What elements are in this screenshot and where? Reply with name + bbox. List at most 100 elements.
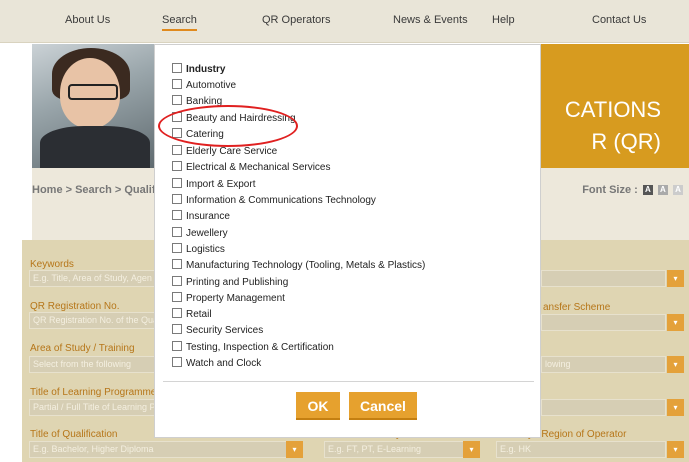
right-select-3[interactable]: lowing bbox=[541, 356, 666, 373]
nav-qr-operators[interactable]: QR Operators bbox=[262, 14, 330, 26]
option-security-services[interactable]: Security Services bbox=[172, 324, 263, 338]
checkbox-icon[interactable] bbox=[172, 128, 182, 138]
option-label: Security Services bbox=[186, 325, 264, 336]
option-import-export[interactable]: Import & Export bbox=[172, 178, 255, 192]
option-label: Jewellery bbox=[186, 228, 228, 239]
checkbox-icon[interactable] bbox=[172, 276, 182, 286]
option-jewellery[interactable]: Jewellery bbox=[172, 227, 228, 241]
checkbox-icon[interactable] bbox=[172, 178, 182, 188]
option-label: Insurance bbox=[186, 211, 230, 222]
cancel-button[interactable]: Cancel bbox=[349, 392, 417, 420]
font-size-small-button[interactable]: A bbox=[642, 185, 653, 196]
option-label: Retail bbox=[186, 309, 212, 320]
option-label: Property Management bbox=[186, 293, 285, 304]
banner-title-line2: R (QR) bbox=[591, 129, 661, 154]
qr-registration-label: QR Registration No. bbox=[30, 301, 120, 312]
option-label: Manufacturing Technology (Tooling, Metal… bbox=[186, 260, 426, 271]
font-size-label: Font Size : bbox=[582, 184, 638, 196]
option-beauty-hairdressing[interactable]: Beauty and Hairdressing bbox=[172, 112, 296, 126]
option-label: Elderly Care Service bbox=[186, 146, 278, 157]
option-testing-inspection[interactable]: Testing, Inspection & Certification bbox=[172, 341, 334, 355]
option-label: Printing and Publishing bbox=[186, 277, 289, 288]
title-qualification-input[interactable]: E.g. Bachelor, Higher Diploma bbox=[29, 441, 294, 458]
ok-button[interactable]: OK bbox=[296, 392, 340, 420]
checkbox-icon[interactable] bbox=[172, 341, 182, 351]
checkbox-icon[interactable] bbox=[172, 194, 182, 204]
top-nav: About Us Search QR Operators News & Even… bbox=[0, 0, 689, 43]
checkbox-icon[interactable] bbox=[172, 79, 182, 89]
right-select-3-dropdown[interactable]: ▾ bbox=[667, 356, 684, 373]
title-qualification-label: Title of Qualification bbox=[30, 429, 118, 440]
option-property-management[interactable]: Property Management bbox=[172, 292, 285, 306]
option-watch-clock[interactable]: Watch and Clock bbox=[172, 357, 261, 371]
qr-registration-input[interactable]: QR Registration No. of the Qua bbox=[29, 312, 169, 329]
title-qualification-dropdown[interactable]: ▾ bbox=[286, 441, 303, 458]
option-label: Watch and Clock bbox=[186, 358, 262, 369]
option-label: Logistics bbox=[186, 244, 225, 255]
title-programme-input[interactable]: Partial / Full Title of Learning P bbox=[29, 399, 169, 416]
banner-photo bbox=[32, 44, 156, 168]
checkbox-icon[interactable] bbox=[172, 210, 182, 220]
font-size-medium-button[interactable]: A bbox=[657, 185, 668, 196]
nav-about-us[interactable]: About Us bbox=[65, 14, 110, 26]
option-printing-publishing[interactable]: Printing and Publishing bbox=[172, 276, 288, 290]
option-manufacturing[interactable]: Manufacturing Technology (Tooling, Metal… bbox=[172, 259, 425, 273]
right-select-2-dropdown[interactable]: ▾ bbox=[667, 314, 684, 331]
nav-news-events[interactable]: News & Events bbox=[393, 14, 468, 26]
checkbox-icon[interactable] bbox=[172, 112, 182, 122]
banner-title-line1: CATIONS bbox=[564, 97, 661, 122]
nav-contact-us[interactable]: Contact Us bbox=[592, 14, 646, 26]
option-label: Catering bbox=[186, 129, 224, 140]
checkbox-icon[interactable] bbox=[172, 292, 182, 302]
option-automotive[interactable]: Automotive bbox=[172, 79, 236, 93]
right-select-4-dropdown[interactable]: ▾ bbox=[667, 399, 684, 416]
checkbox-icon[interactable] bbox=[172, 243, 182, 253]
option-label: Electrical & Mechanical Services bbox=[186, 162, 331, 173]
keywords-label: Keywords bbox=[30, 259, 74, 270]
checkbox-icon[interactable] bbox=[172, 324, 182, 334]
font-size-control: Font Size : A A A bbox=[582, 184, 683, 196]
nav-search[interactable]: Search bbox=[162, 14, 197, 31]
area-of-study-label: Area of Study / Training bbox=[30, 343, 135, 354]
area-of-study-select[interactable]: Select from the following bbox=[29, 356, 169, 373]
title-programme-label: Title of Learning Programme bbox=[30, 387, 157, 398]
option-ict[interactable]: Information & Communications Technology bbox=[172, 194, 376, 208]
right-select-2[interactable] bbox=[541, 314, 666, 331]
option-elderly-care[interactable]: Elderly Care Service bbox=[172, 145, 277, 159]
checkbox-icon[interactable] bbox=[172, 259, 182, 269]
option-label: Automotive bbox=[186, 80, 237, 91]
country-region-dropdown[interactable]: ▾ bbox=[667, 441, 684, 458]
checkbox-icon[interactable] bbox=[172, 145, 182, 155]
nav-help[interactable]: Help bbox=[492, 14, 515, 26]
mode-of-delivery-select[interactable]: E.g. FT, PT, E-Learning bbox=[324, 441, 464, 458]
font-size-large-button[interactable]: A bbox=[673, 185, 683, 196]
option-label: Banking bbox=[186, 96, 223, 107]
country-region-select[interactable]: E.g. HK bbox=[496, 441, 666, 458]
option-label: Information & Communications Technology bbox=[186, 195, 376, 206]
right-select-4[interactable] bbox=[541, 399, 666, 416]
checkbox-icon[interactable] bbox=[172, 308, 182, 318]
checkbox-icon[interactable] bbox=[172, 95, 182, 105]
checkbox-icon[interactable] bbox=[172, 357, 182, 367]
right-select-1[interactable] bbox=[541, 270, 666, 287]
mode-of-delivery-dropdown[interactable]: ▾ bbox=[463, 441, 480, 458]
option-banking[interactable]: Banking bbox=[172, 95, 222, 109]
option-industry[interactable]: Industry bbox=[172, 63, 225, 77]
right-select-1-dropdown[interactable]: ▾ bbox=[667, 270, 684, 287]
option-insurance[interactable]: Insurance bbox=[172, 210, 230, 224]
credit-transfer-label: ansfer Scheme bbox=[543, 302, 611, 313]
option-electrical-mechanical[interactable]: Electrical & Mechanical Services bbox=[172, 161, 331, 175]
industry-modal: Industry Automotive Banking Beauty and H… bbox=[154, 44, 541, 438]
checkbox-icon[interactable] bbox=[172, 63, 182, 73]
option-label: Beauty and Hairdressing bbox=[186, 113, 296, 124]
option-label: Import & Export bbox=[186, 179, 256, 190]
checkbox-icon[interactable] bbox=[172, 161, 182, 171]
checkbox-icon[interactable] bbox=[172, 227, 182, 237]
option-catering[interactable]: Catering bbox=[172, 128, 224, 142]
keywords-input[interactable]: E.g. Title, Area of Study, Agen bbox=[29, 270, 169, 287]
option-logistics[interactable]: Logistics bbox=[172, 243, 225, 257]
option-retail[interactable]: Retail bbox=[172, 308, 212, 322]
option-label: Industry bbox=[186, 64, 226, 75]
modal-divider bbox=[163, 381, 534, 382]
option-label: Testing, Inspection & Certification bbox=[186, 342, 334, 353]
